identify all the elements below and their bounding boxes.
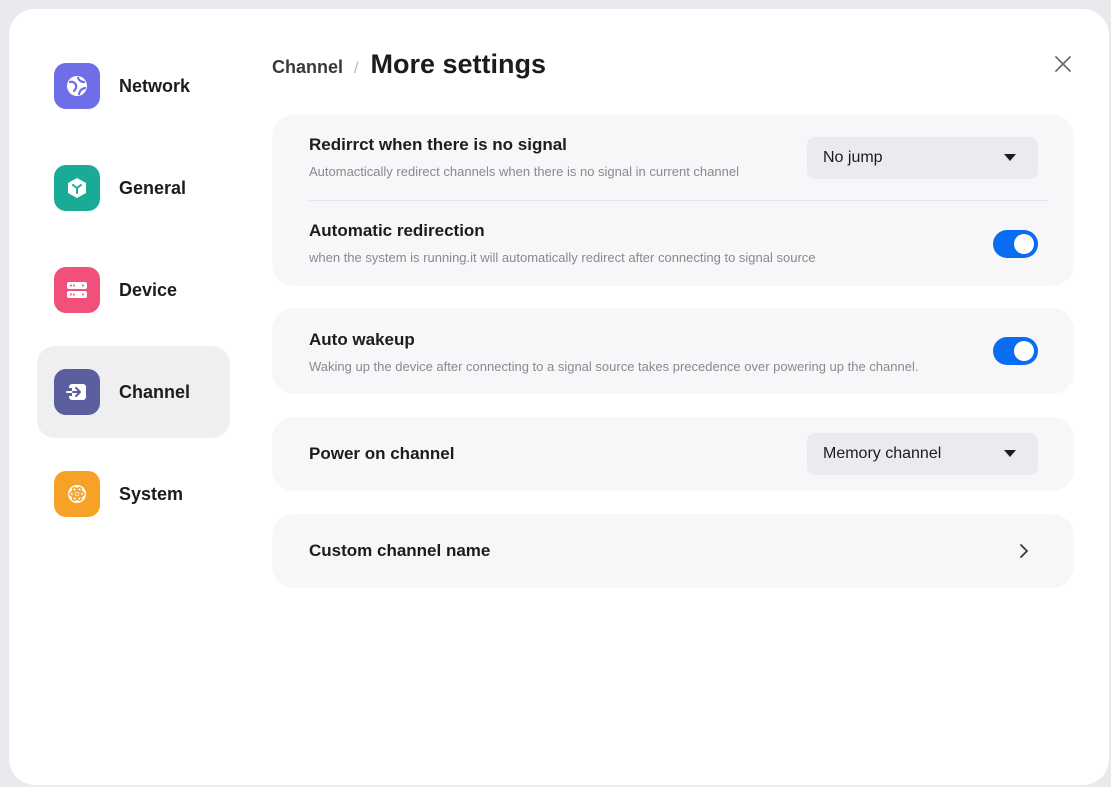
sidebar-item-network[interactable]: Network [37,40,230,132]
automatic-redirection-toggle[interactable] [993,230,1038,258]
input-icon [54,369,100,415]
cube-icon [54,165,100,211]
sidebar-item-system[interactable]: System [37,448,230,540]
caret-down-icon [1004,154,1016,161]
sidebar-item-label: General [119,177,187,198]
sidebar-item-device[interactable]: Device [37,244,230,336]
custom-channel-name-title: Custom channel name [309,541,491,560]
automatic-redirection-desc: when the system is running.it will autom… [309,250,816,265]
breadcrumb-separator: / [354,60,359,77]
power-on-channel-row: Power on channel [272,444,454,464]
auto-wakeup-card: Auto wakeup Waking up the device after c… [272,308,1074,394]
atom-icon [54,471,100,517]
auto-wakeup-title: Auto wakeup [309,330,415,349]
globe-icon [54,63,100,109]
page-title: More settings [370,49,546,79]
breadcrumb: Channel / More settings [272,49,546,80]
custom-channel-name-row: Custom channel name [272,541,490,561]
dropdown-value: No jump [823,149,883,166]
sidebar-item-label: System [119,483,184,504]
redirect-settings-card: Redirrct when there is no signal Automac… [272,115,1074,286]
sidebar-item-label: Device [119,279,178,300]
dropdown-value: Memory channel [823,445,942,462]
sidebar-item-channel[interactable]: Channel [37,346,230,438]
sidebar-item-general[interactable]: General [37,142,230,234]
server-icon [54,267,100,313]
automatic-redirection-row: Automatic redirection when the system is… [272,221,1074,265]
sidebar: Network General Device Channel System [37,40,230,550]
auto-wakeup-desc: Waking up the device after connecting to… [309,359,919,374]
close-button[interactable] [1052,53,1074,75]
redirect-no-signal-dropdown[interactable]: No jump [807,137,1038,179]
power-on-channel-title: Power on channel [309,444,455,463]
toggle-knob [1014,234,1034,254]
settings-window: Network General Device Channel System Ch… [9,9,1109,785]
power-on-channel-dropdown[interactable]: Memory channel [807,433,1038,475]
automatic-redirection-title: Automatic redirection [309,221,485,240]
auto-wakeup-row: Auto wakeup Waking up the device after c… [272,330,1074,374]
breadcrumb-parent[interactable]: Channel [272,57,343,78]
caret-down-icon [1004,450,1016,457]
toggle-knob [1014,341,1034,361]
divider [309,200,1048,201]
chevron-right-icon[interactable] [1017,542,1031,560]
sidebar-item-label: Network [119,75,191,96]
custom-channel-name-card[interactable]: Custom channel name [272,514,1074,588]
auto-wakeup-toggle[interactable] [993,337,1038,365]
close-icon [1055,56,1071,72]
sidebar-item-label: Channel [119,381,191,402]
power-on-channel-card: Power on channel Memory channel [272,417,1074,491]
